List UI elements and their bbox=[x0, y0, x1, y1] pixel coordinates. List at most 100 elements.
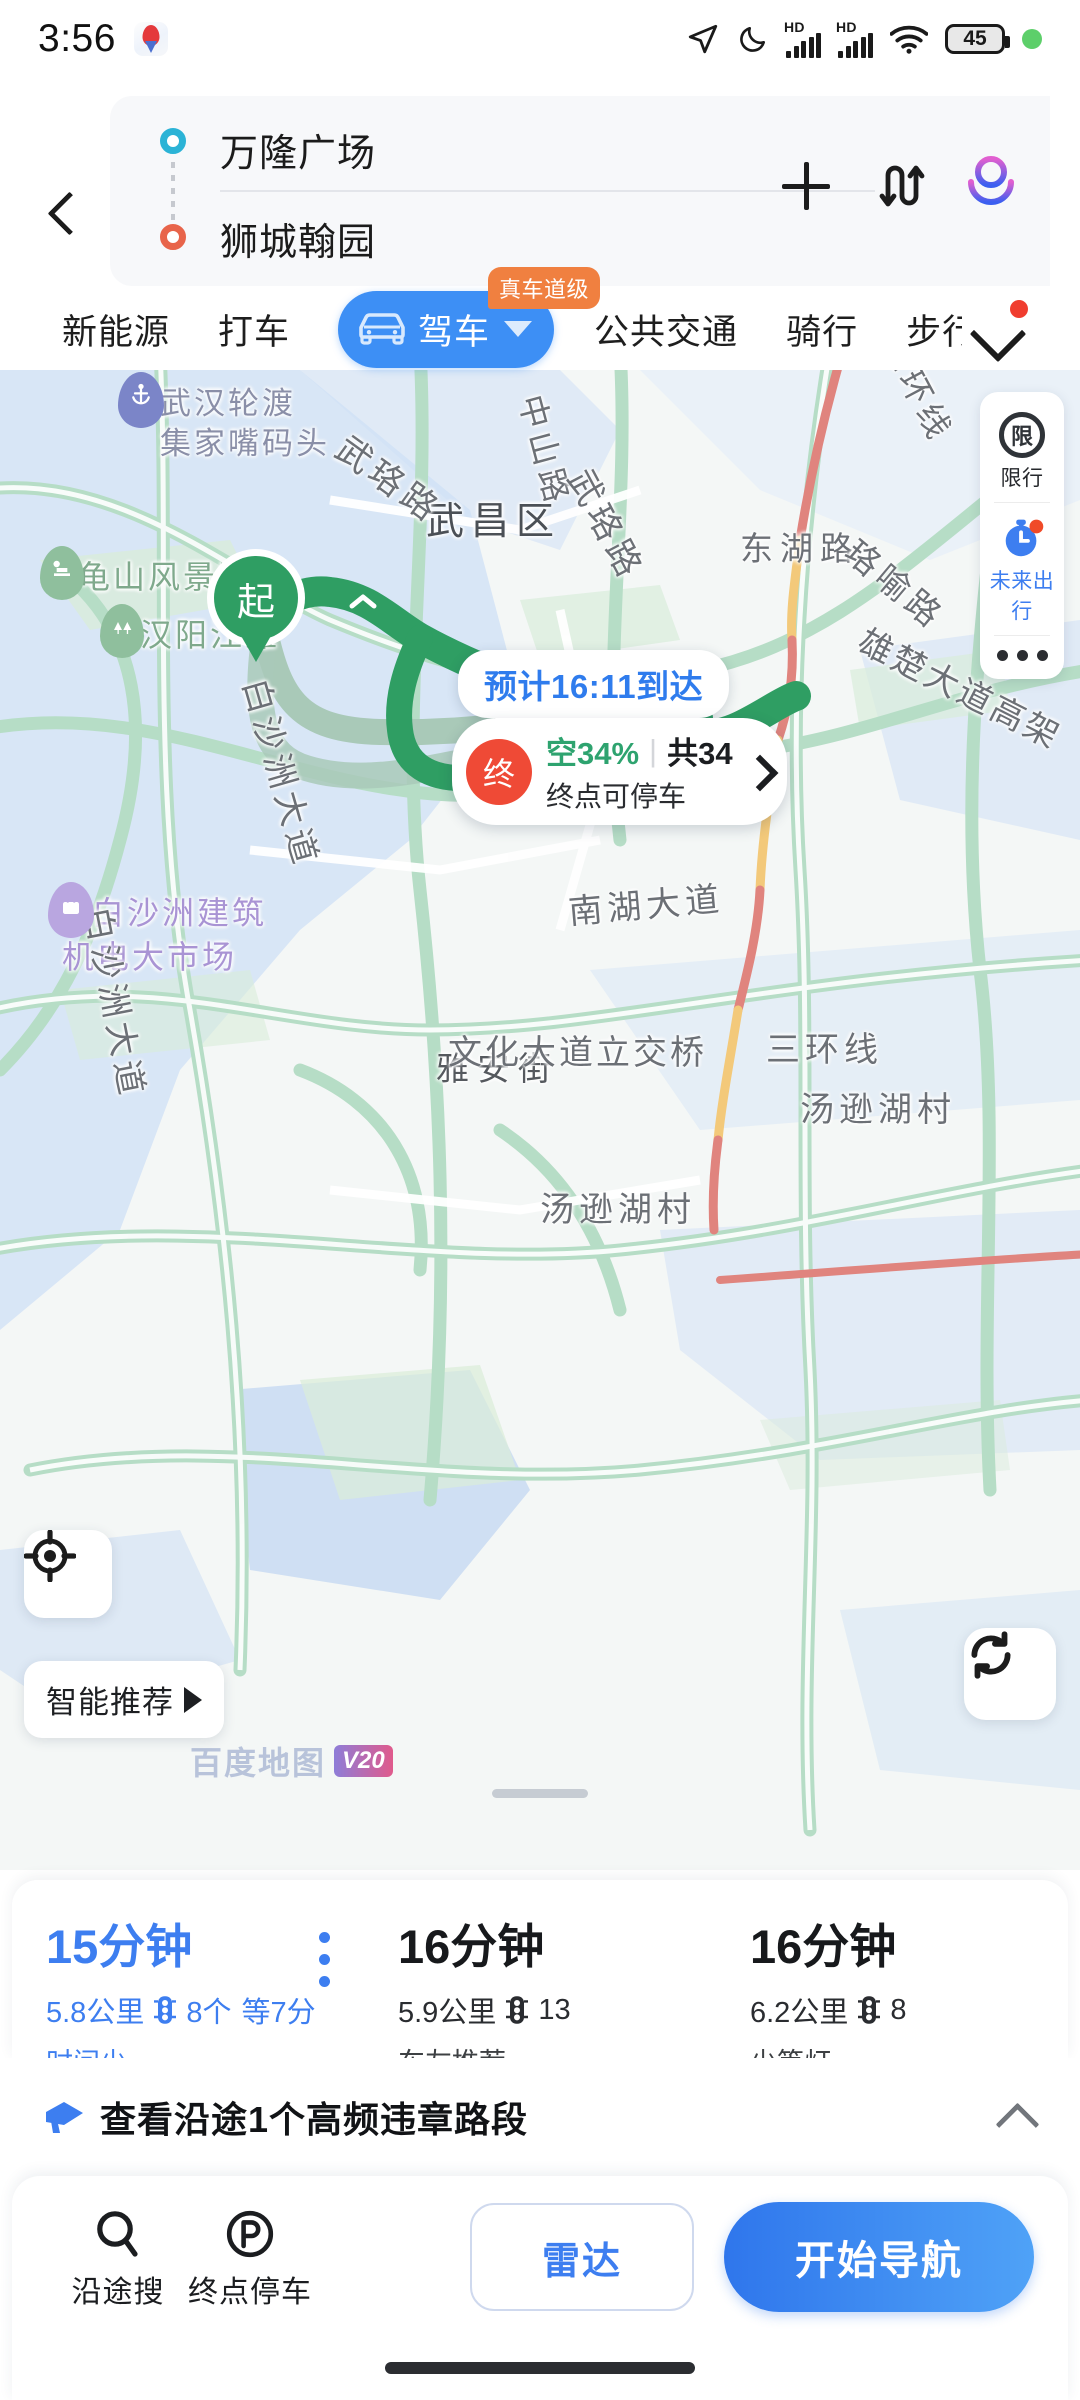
play-triangle-icon bbox=[184, 1686, 202, 1713]
parking-p-icon bbox=[184, 2203, 316, 2265]
back-chevron-icon[interactable] bbox=[38, 188, 88, 244]
chevron-down-icon[interactable] bbox=[970, 300, 1029, 356]
parking-separator: | bbox=[649, 732, 658, 768]
parking-sub-label: 终点可停车 bbox=[546, 781, 687, 812]
input-divider bbox=[220, 190, 875, 192]
swap-vertical-icon[interactable] bbox=[870, 158, 926, 214]
route-duration: 15分钟 bbox=[46, 1920, 193, 1973]
tab-driving-label: 驾车 bbox=[418, 312, 491, 352]
restriction-glyph: 限 bbox=[1010, 424, 1033, 449]
hd-label: HD bbox=[836, 18, 857, 35]
chevron-up-icon[interactable] bbox=[994, 2095, 1038, 2139]
origin-dot-icon bbox=[160, 128, 186, 154]
route-endpoint-markers bbox=[160, 128, 196, 250]
route-lights-count: 8个 bbox=[186, 1997, 232, 2029]
route-duration: 16分钟 bbox=[398, 1920, 545, 1973]
route-start-marker[interactable]: 起 bbox=[214, 556, 298, 640]
lane-level-badge: 真车道级 bbox=[488, 266, 601, 309]
map-control-stack: 限 限行 未来出行 bbox=[980, 392, 1064, 679]
route-option-card[interactable]: 15分钟 5.8公里 8个 等7分 时间少 bbox=[12, 1880, 364, 2078]
battery-level: 45 bbox=[963, 27, 987, 50]
map-drag-handle[interactable] bbox=[492, 1789, 588, 1798]
map-watermark: 百度地图 V20 bbox=[190, 1738, 393, 1784]
navigation-arrow-icon bbox=[686, 22, 720, 56]
along-route-search-button[interactable]: 沿途搜 bbox=[52, 2203, 184, 2311]
destination-dot-icon bbox=[160, 224, 186, 250]
tabs-notification-dot bbox=[1010, 300, 1029, 318]
megaphone-icon bbox=[42, 2095, 92, 2139]
chevron-right-icon[interactable] bbox=[747, 755, 769, 789]
transport-mode-tabs: 新能源 打车 驾车 真车道级 公共交通 骑行 步行 bbox=[0, 266, 1080, 370]
route-distance: 6.2公里 bbox=[750, 1997, 849, 2029]
tree-pin-icon bbox=[100, 604, 144, 658]
route-distance: 5.9公里 bbox=[398, 1997, 497, 2029]
shop-pin-icon bbox=[48, 882, 94, 938]
wifi-icon bbox=[890, 24, 928, 54]
caret-down-icon[interactable] bbox=[504, 321, 533, 337]
route-dotted-connector bbox=[171, 162, 175, 222]
hd-label: HD bbox=[784, 18, 805, 35]
status-bar: 3:56 HD HD 45 bbox=[0, 0, 1080, 78]
watermark-text: 百度地图 bbox=[190, 1745, 327, 1781]
destination-parking-bubble[interactable]: 终 空34% | 共34 终点可停车 bbox=[452, 718, 787, 825]
parking-total-label: 共34 bbox=[667, 736, 733, 771]
status-bar-icons: HD HD 45 bbox=[686, 18, 1042, 58]
route-duration: 16分钟 bbox=[750, 1920, 897, 1973]
route-option-card[interactable]: 16分钟 5.9公里 13 车友推荐 bbox=[364, 1880, 716, 2078]
hd-signal-icon: HD bbox=[836, 18, 873, 58]
battery-indicator: 45 bbox=[945, 24, 1010, 54]
future-trip-control[interactable]: 未来出行 bbox=[980, 503, 1064, 635]
route-option-card[interactable]: 16分钟 6.2公里 8 少等灯 bbox=[716, 1880, 1068, 2078]
vertical-dots-icon[interactable] bbox=[319, 1932, 330, 1987]
destination-parking-label: 终点停车 bbox=[188, 2276, 312, 2309]
refresh-icon[interactable] bbox=[964, 1628, 1056, 1720]
home-indicator[interactable] bbox=[385, 2362, 695, 2374]
more-dots-icon[interactable] bbox=[980, 636, 1064, 671]
tab-new-energy[interactable]: 新能源 bbox=[62, 304, 170, 355]
start-navigation-button[interactable]: 开始导航 bbox=[724, 2202, 1034, 2312]
tab-driving[interactable]: 驾车 真车道级 bbox=[338, 266, 601, 368]
origin-input[interactable]: 万隆广场 bbox=[220, 122, 376, 177]
traffic-light-icon bbox=[506, 1995, 529, 2025]
eta-text: 预计16:11到达 bbox=[484, 668, 704, 705]
radar-button[interactable]: 雷达 bbox=[470, 2203, 694, 2311]
status-bar-clock: 3:56 bbox=[38, 17, 116, 60]
baidu-map-icon bbox=[133, 22, 168, 56]
map-vector-layer bbox=[0, 370, 1080, 1870]
poi-hanyang-riverside[interactable] bbox=[100, 604, 144, 658]
locate-crosshair-icon[interactable] bbox=[24, 1530, 112, 1618]
bottom-action-bar: 沿途搜 终点停车 雷达 开始导航 bbox=[12, 2176, 1068, 2400]
route-options-bar: 15分钟 5.8公里 8个 等7分 时间少 16分钟 5.9公里 bbox=[12, 1880, 1068, 2078]
traffic-light-icon bbox=[858, 1995, 881, 2025]
restriction-control[interactable]: 限 限行 bbox=[980, 400, 1064, 502]
destination-input[interactable]: 狮城翰园 bbox=[220, 211, 376, 266]
smart-recommend-label: 智能推荐 bbox=[46, 1685, 174, 1720]
destination-parking-button[interactable]: 终点停车 bbox=[184, 2203, 316, 2311]
watermark-version: V20 bbox=[334, 1745, 393, 1777]
restriction-label: 限行 bbox=[1000, 467, 1044, 490]
tab-cycling[interactable]: 骑行 bbox=[786, 304, 858, 355]
eta-callout[interactable]: 预计16:11到达 bbox=[458, 650, 730, 718]
poi-baishazhou-market[interactable] bbox=[48, 882, 94, 938]
route-lights-count: 13 bbox=[538, 1993, 571, 2026]
app-screen: 3:56 HD HD 45 万隆广场 狮城翰园 新能源 打车 驾车 真车道级 公… bbox=[0, 0, 1080, 2400]
poi-guishan-scenic[interactable] bbox=[40, 546, 84, 600]
map-canvas[interactable]: 武汉轮渡 集家嘴码头 武昌区 东湖路 龟山风景区 汉阳江滩 雅安街 南湖大道 白… bbox=[0, 370, 1080, 1870]
microphone-icon[interactable] bbox=[962, 154, 1020, 218]
route-wait-time: 等7分 bbox=[241, 1997, 316, 2029]
traffic-light-icon bbox=[154, 1995, 177, 2025]
tab-walking[interactable]: 步行 bbox=[906, 304, 962, 355]
plus-icon[interactable] bbox=[778, 158, 834, 214]
radar-button-label: 雷达 bbox=[541, 2240, 622, 2283]
smart-recommend-button[interactable]: 智能推荐 bbox=[24, 1661, 224, 1738]
header-actions bbox=[778, 154, 1020, 218]
violation-banner-text: 查看沿途1个高频违章路段 bbox=[100, 2099, 529, 2140]
tab-public-transit[interactable]: 公共交通 bbox=[594, 304, 738, 355]
route-distance: 5.8公里 bbox=[46, 1997, 145, 2029]
tab-taxi[interactable]: 打车 bbox=[218, 304, 290, 355]
route-end-marker: 终 bbox=[466, 738, 532, 805]
route-input-card: 万隆广场 狮城翰园 bbox=[110, 96, 1050, 286]
violation-banner[interactable]: 查看沿途1个高频违章路段 bbox=[0, 2058, 1080, 2176]
recording-indicator-dot bbox=[1022, 29, 1042, 49]
search-icon bbox=[52, 2203, 184, 2265]
